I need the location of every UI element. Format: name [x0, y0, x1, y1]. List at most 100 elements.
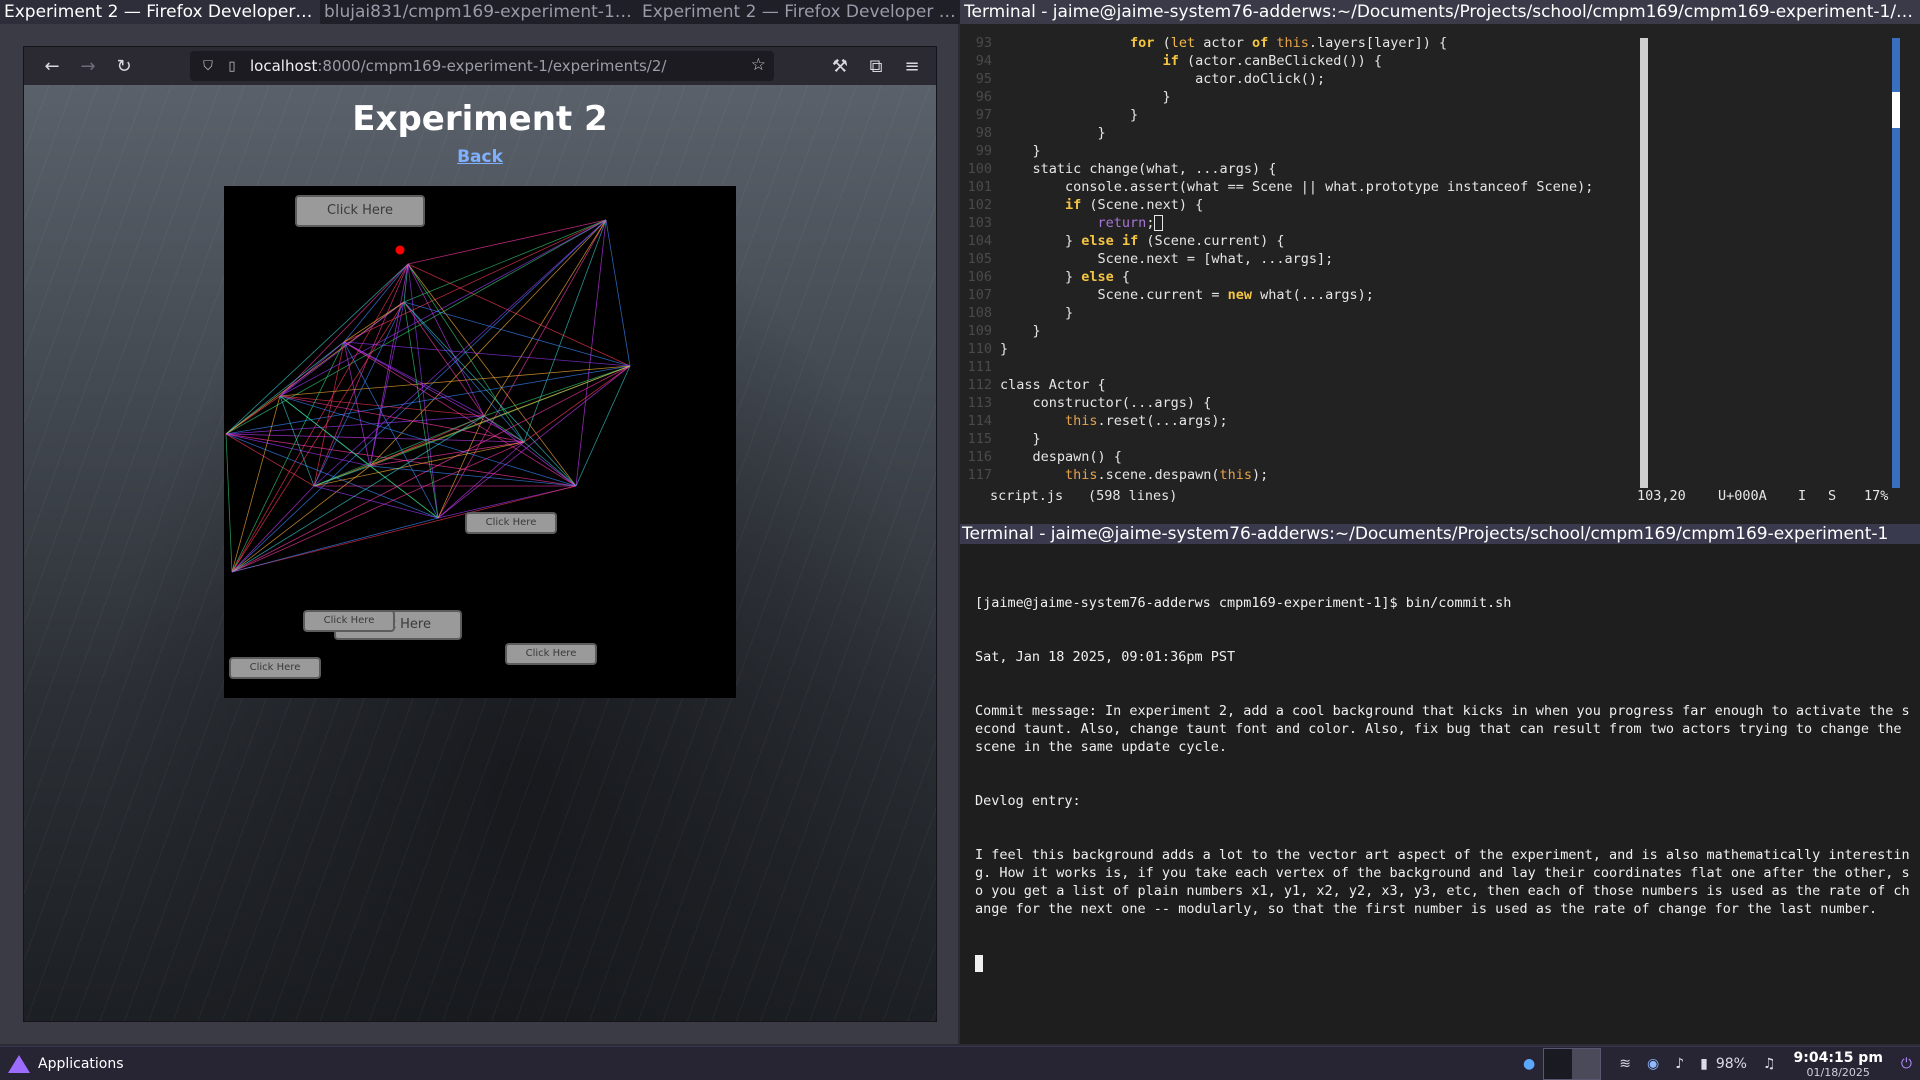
line-number: 108: [967, 305, 992, 321]
reload-icon: ↻: [116, 55, 132, 77]
status-cursor-position: 103,20: [1637, 488, 1686, 504]
mesh-edge: [279, 365, 631, 397]
page-icon[interactable]: ▯: [220, 59, 244, 74]
url-bar[interactable]: ⛉ ▯ localhost:8000/cmpm169-experiment-1/…: [190, 51, 774, 81]
devlog-label: Devlog entry:: [975, 793, 1081, 809]
code-line: 115 }: [960, 430, 1640, 448]
mesh-edge: [343, 219, 607, 343]
page-title: Experiment 2: [352, 99, 608, 139]
notification-bell-icon[interactable]: ♫: [1763, 1056, 1776, 1072]
back-button[interactable]: ←: [34, 47, 70, 85]
battery-icon[interactable]: ▮: [1700, 1056, 1708, 1072]
line-number: 109: [967, 323, 992, 339]
mesh-edge: [279, 301, 405, 397]
clock[interactable]: 9:04:15 pm 01/18/2025: [1794, 1050, 1883, 1079]
status-mode-i: I: [1798, 488, 1807, 504]
workspace-1[interactable]: [1544, 1049, 1573, 1079]
reload-button[interactable]: ↻: [106, 47, 142, 85]
mesh-edge: [313, 441, 525, 487]
firefox-window: ← → ↻ ⛉ ▯ localhost:8000/cmpm169-experim…: [0, 24, 958, 1044]
line-number: 102: [967, 197, 992, 213]
web-page: Experiment 2 Back Click Here Click Here …: [24, 85, 936, 1021]
window-tab-github[interactable]: blujai831/cmpm169-experiment-1: T...: [320, 0, 638, 24]
code-line: 108 }: [960, 304, 1640, 322]
status-codepoint: U+000A: [1718, 488, 1767, 504]
workspace-switcher[interactable]: [1543, 1048, 1602, 1080]
line-number: 117: [967, 467, 992, 483]
steam-icon[interactable]: ◉: [1647, 1056, 1659, 1072]
volume-icon[interactable]: ♪: [1675, 1056, 1684, 1072]
workspace-2[interactable]: [1572, 1049, 1601, 1079]
window-tab-firefox-1[interactable]: Experiment 2 — Firefox Developer Ed...: [0, 0, 320, 24]
extensions-icon[interactable]: ⧉: [858, 47, 894, 85]
code-text: for (let actor of this.layers[layer]) {: [1130, 35, 1448, 51]
code-text: } else {: [1000, 269, 1131, 285]
line-number: 100: [967, 161, 992, 177]
back-link-wrap: Back: [24, 147, 936, 167]
click-here-button[interactable]: Click Here: [229, 657, 321, 679]
code-line: 97 }: [960, 106, 1640, 124]
line-number: 95: [975, 71, 992, 87]
editor-terminal[interactable]: 93 for (let actor of this.layers[layer])…: [960, 24, 1920, 526]
click-here-button[interactable]: Click Here: [295, 195, 425, 227]
commit-terminal[interactable]: [jaime@jaime-system76-adderws cmpm169-ex…: [960, 544, 1920, 1044]
terminal-output[interactable]: [jaime@jaime-system76-adderws cmpm169-ex…: [975, 558, 1915, 1008]
terminal-date: Sat, Jan 18 2025, 09:01:36pm PST: [975, 649, 1236, 665]
menu-icon[interactable]: ≡: [894, 47, 930, 85]
window-title-bar: Experiment 2 — Firefox Developer Ed... b…: [0, 0, 1920, 24]
status-filename: script.js: [990, 488, 1064, 504]
click-here-button[interactable]: Click Here: [465, 512, 557, 534]
scrollbar-thumb[interactable]: [1892, 92, 1900, 128]
line-number: 112: [967, 377, 992, 393]
mesh-edge: [343, 301, 405, 343]
code-text: }: [1000, 323, 1041, 339]
devlog-entry: I feel this background adds a lot to the…: [975, 847, 1910, 917]
firefox-tray-icon[interactable]: ●: [1523, 1056, 1535, 1072]
back-link[interactable]: Back: [457, 147, 503, 167]
line-number: 105: [967, 251, 992, 267]
code-line: 96 }: [960, 88, 1640, 106]
status-percent: 17%: [1864, 488, 1889, 504]
code-text: }: [1000, 125, 1106, 141]
click-here-button[interactable]: Click Here: [505, 643, 597, 665]
code-line: 112 class Actor {: [960, 376, 1640, 394]
code-line: 102 if (Scene.next) {: [960, 196, 1640, 214]
experiment-canvas[interactable]: Click Here Click Here Click Here Click H…: [224, 186, 736, 698]
click-here-button[interactable]: Click Here: [303, 610, 395, 632]
wifi-icon[interactable]: ≋: [1619, 1056, 1631, 1072]
power-icon[interactable]: ⏻: [1901, 1056, 1912, 1072]
code-line: 103 return;: [960, 214, 1640, 232]
window-tab-terminal[interactable]: Terminal - jaime@jaime-system76-adderws:…: [960, 0, 1920, 24]
line-number: 115: [967, 431, 992, 447]
code-line: 101 console.assert(what == Scene || what…: [960, 178, 1640, 196]
mesh-edge: [313, 485, 439, 519]
line-number: 101: [967, 179, 992, 195]
line-number: 113: [967, 395, 992, 411]
bookmark-star-icon[interactable]: ☆: [751, 55, 766, 75]
mesh-edge: [231, 395, 281, 573]
line-number: 116: [967, 449, 992, 465]
code-line: 117 this.scene.despawn(this);: [960, 466, 1640, 484]
battery-percent: 98%: [1715, 1056, 1747, 1072]
code-text: console.assert(what == Scene || what.pro…: [1000, 179, 1594, 195]
line-number: 110: [967, 341, 992, 357]
mesh-edge: [231, 301, 405, 573]
code-area[interactable]: 93 for (let actor of this.layers[layer])…: [960, 34, 1640, 484]
wrench-icon[interactable]: ⚒: [822, 47, 858, 85]
applications-menu-button[interactable]: Applications: [8, 1047, 124, 1080]
window-tab-firefox-2[interactable]: Experiment 2 — Firefox Developer Ed...: [638, 0, 960, 24]
code-text: return;: [1000, 214, 1164, 232]
shield-icon[interactable]: ⛉: [196, 59, 220, 74]
mesh-edge: [225, 341, 345, 435]
vertical-split-bar[interactable]: [1640, 38, 1648, 488]
url-path: :8000/cmpm169-experiment-1/experiments/2…: [317, 57, 667, 75]
terminal-title[interactable]: Terminal - jaime@jaime-system76-adderws:…: [960, 524, 1920, 544]
system-tray: ● ≋ ◉ ♪ ▮ 98% ♫ 9:04:15 pm 01/18/2025 ⏻: [1515, 1047, 1920, 1080]
line-number: 114: [967, 413, 992, 429]
terminal-prompt: [jaime@jaime-system76-adderws cmpm169-ex…: [975, 595, 1512, 611]
code-text: }: [1000, 431, 1041, 447]
code-line: 93 for (let actor of this.layers[layer])…: [960, 34, 1640, 52]
code-text: }: [1000, 107, 1139, 123]
forward-button[interactable]: →: [70, 47, 106, 85]
line-number: 107: [967, 287, 992, 303]
